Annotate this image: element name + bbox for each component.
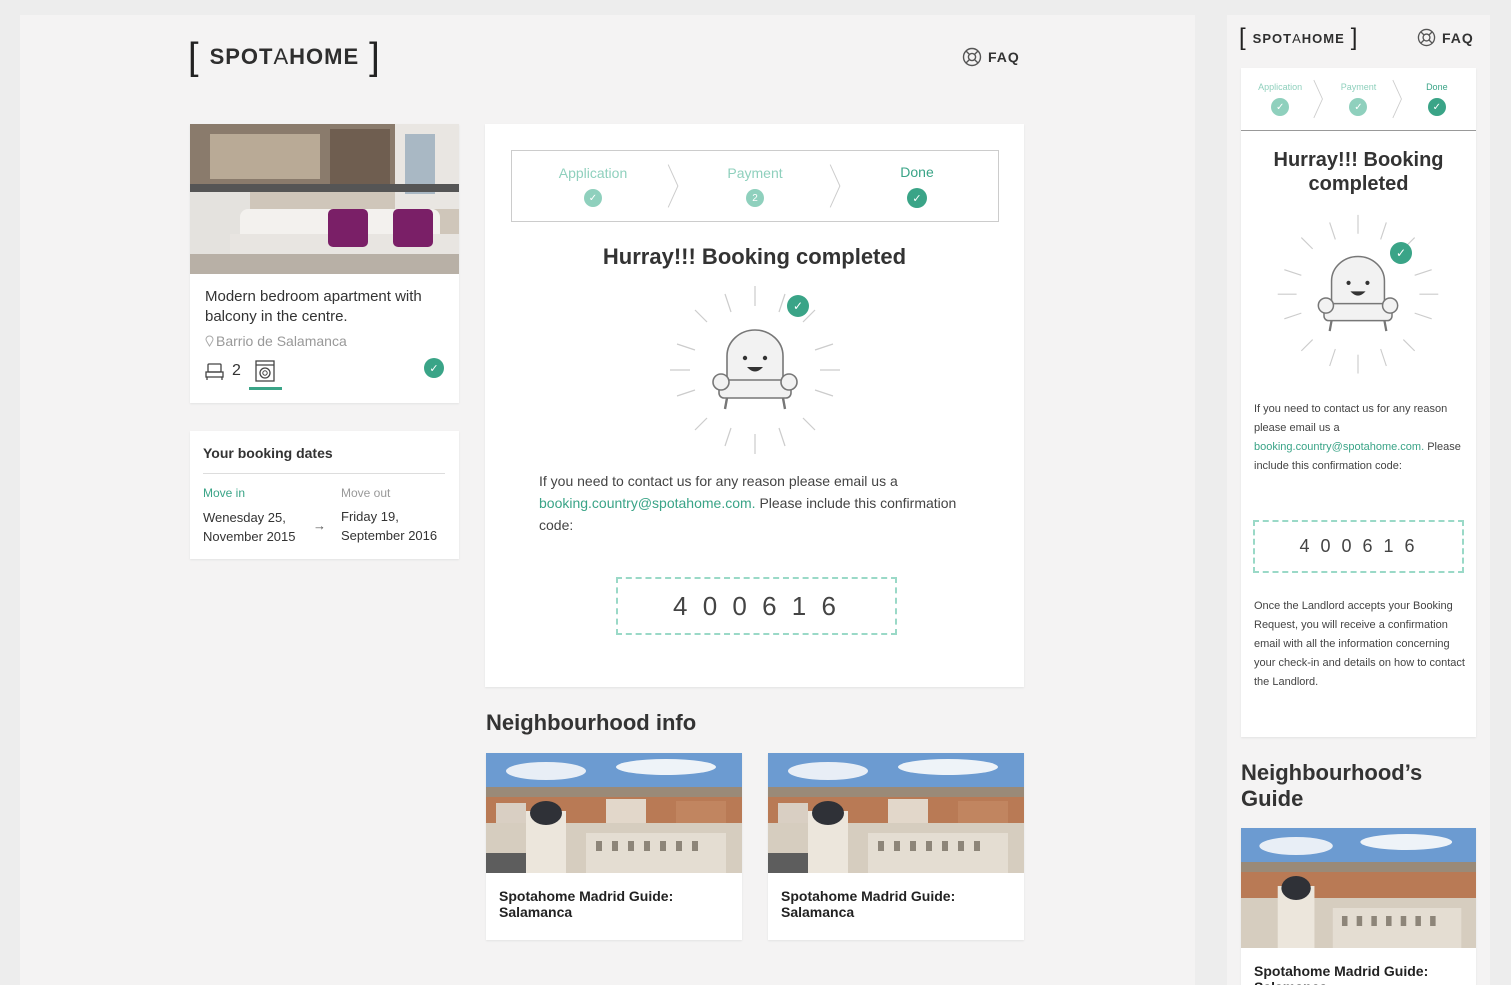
listing-amenities: 2 xyxy=(205,360,275,382)
confirmation-code: 4 0 0 6 1 6 xyxy=(1253,520,1464,573)
faq-link[interactable]: FAQ xyxy=(962,47,1020,67)
guide-card[interactable]: Spotahome Madrid Guide: Salamanca xyxy=(1241,828,1476,985)
mobile-view: [ SPOT A HOME ] FAQ Application ✓ Payment … xyxy=(1227,15,1490,985)
support-email-link[interactable]: booking.country@spotahome.com. xyxy=(1254,441,1424,453)
contact-text: If you need to contact us for any reason… xyxy=(1254,403,1461,472)
spotahome-logo[interactable]: [ SPOT A HOME ] xyxy=(188,36,381,78)
listing-card[interactable]: Modern bedroom apartment with balcony in… xyxy=(190,124,459,403)
check-icon: ✓ xyxy=(1271,98,1290,116)
step-label: Done xyxy=(1426,82,1448,92)
step-done: Done ✓ xyxy=(1398,68,1476,130)
listing-photo xyxy=(190,124,459,274)
check-icon: ✓ xyxy=(787,295,809,317)
listing-location: Barrio de Salamanca xyxy=(205,333,347,349)
bedroom-count: 2 xyxy=(232,362,241,379)
washing-machine-icon xyxy=(255,360,275,382)
move-out-label: Move out xyxy=(341,486,391,500)
step-payment: Payment ✓ xyxy=(1319,68,1402,130)
step-label: Payment xyxy=(727,165,783,181)
faq-label: FAQ xyxy=(988,49,1020,65)
guide-image xyxy=(1241,828,1476,948)
faq-link[interactable]: FAQ xyxy=(1417,28,1474,47)
guide-title[interactable]: Spotahome Madrid Guide: Salamanca xyxy=(781,888,1001,920)
check-icon: ✓ xyxy=(424,358,444,378)
guide-card[interactable]: Spotahome Madrid Guide: Salamanca xyxy=(486,753,742,940)
guide-title[interactable]: Spotahome Madrid Guide: Salamanca xyxy=(499,888,719,920)
check-icon: ✓ xyxy=(1427,98,1446,116)
check-icon: ✓ xyxy=(584,189,602,207)
check-icon: ✓ xyxy=(907,188,927,208)
date-arrow: → xyxy=(313,518,326,533)
step-label: Done xyxy=(900,164,934,180)
move-out-value: Friday 19, September 2016 xyxy=(341,509,438,543)
divider xyxy=(203,473,445,474)
step-label: Application xyxy=(558,165,628,181)
step-label: Payment xyxy=(1340,82,1377,92)
confirmation-heading: Hurray!!! Booking completed xyxy=(1273,149,1444,195)
step-done: Done ✓ xyxy=(836,151,998,221)
check-icon: ✓ xyxy=(1390,242,1412,264)
spotahome-logo[interactable]: [ SPOT A HOME ] xyxy=(1239,24,1358,51)
mobile-confirmation-card: Application ✓ Payment ✓ Done ✓ Hurray!!!… xyxy=(1241,68,1476,737)
faq-label: FAQ xyxy=(1442,29,1474,46)
guide-title[interactable]: Spotahome Madrid Guide: Salamanca xyxy=(1254,963,1464,985)
neighbourhood-guide-heading: Neighbourhood’s Guide xyxy=(1241,760,1423,811)
lifebuoy-icon xyxy=(1417,28,1436,47)
neighbourhood-heading: Neighbourhood info xyxy=(486,710,697,735)
armchair-mascot-icon xyxy=(670,286,840,454)
guide-image xyxy=(768,753,1024,873)
landlord-note: Once the Landlord accepts your Booking R… xyxy=(1254,600,1465,688)
move-in-label: Move in xyxy=(203,486,246,500)
support-email-link[interactable]: booking.country@spotahome.com. xyxy=(539,495,756,511)
step-payment: Payment 2 xyxy=(674,151,841,221)
progress-steps: Application ✓ Payment 2 Done ✓ xyxy=(511,150,999,222)
step-number-badge: 2 xyxy=(746,189,764,207)
move-in-value: Wenesday 25, November 2015 xyxy=(203,510,296,544)
step-application: Application ✓ xyxy=(512,151,679,221)
confirmation-code: 4 0 0 6 1 6 xyxy=(616,577,897,635)
guide-image xyxy=(486,753,742,873)
bed-icon xyxy=(205,362,224,380)
contact-text: If you need to contact us for any reason… xyxy=(539,473,957,533)
confirmation-card: Application ✓ Payment 2 Done ✓ Hurray!!!… xyxy=(485,124,1024,687)
lifebuoy-icon xyxy=(962,47,982,67)
desktop-view: [ SPOT A HOME ] FAQ Modern bedroom apart… xyxy=(20,15,1195,985)
location-pin-icon xyxy=(205,335,214,347)
progress-steps: Application ✓ Payment ✓ Done ✓ xyxy=(1241,68,1476,131)
booking-dates-heading: Your booking dates xyxy=(203,445,333,461)
booking-dates-card: Your booking dates Move in Wenesday 25, … xyxy=(190,431,459,559)
amenity-underline xyxy=(249,387,282,390)
guide-card[interactable]: Spotahome Madrid Guide: Salamanca xyxy=(768,753,1024,940)
armchair-mascot-icon xyxy=(1277,214,1439,374)
confirmation-heading: Hurray!!! Booking completed xyxy=(602,244,907,269)
check-icon: ✓ xyxy=(1349,98,1368,116)
step-label: Application xyxy=(1258,82,1303,92)
step-application: Application ✓ xyxy=(1241,68,1324,130)
listing-title[interactable]: Modern bedroom apartment with balcony in… xyxy=(205,287,445,327)
